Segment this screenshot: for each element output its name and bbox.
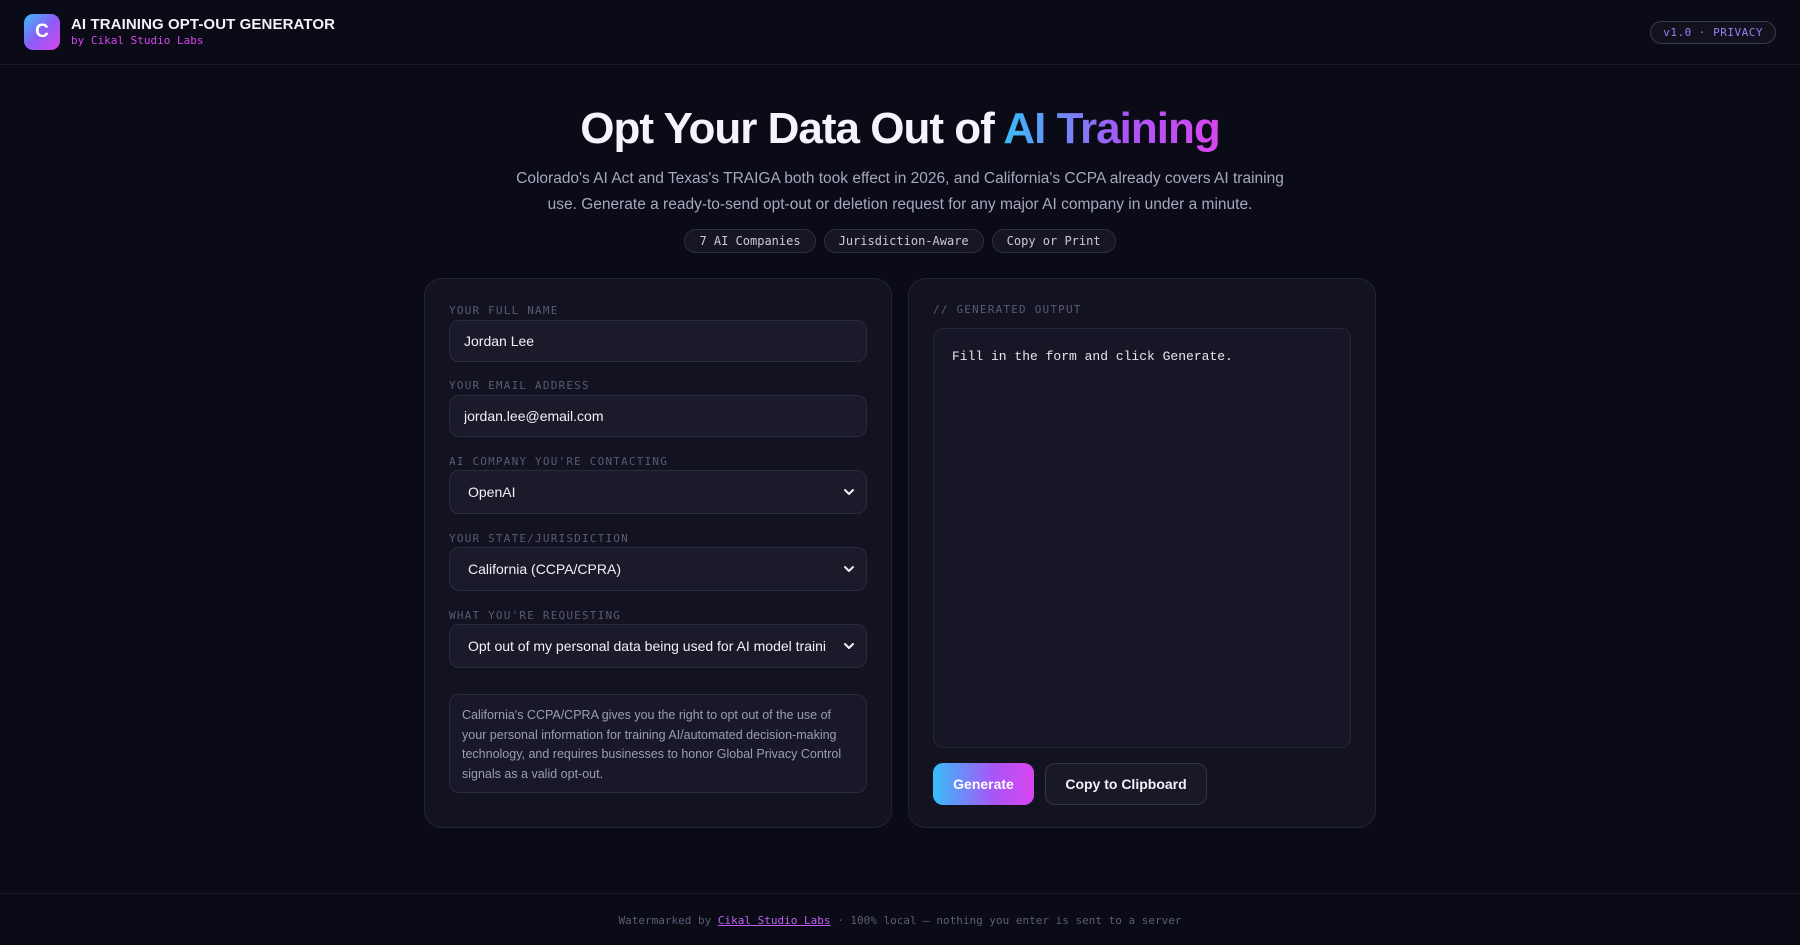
brand-text: AI TRAINING OPT-OUT GENERATOR by Cikal S… xyxy=(71,16,335,48)
chevron-down-icon xyxy=(844,489,854,495)
footer: Watermarked by Cikal Studio Labs · 100% … xyxy=(0,893,1800,945)
name-label: YOUR FULL NAME xyxy=(449,304,559,317)
state-select-value: California (CCPA/CPRA) xyxy=(468,561,621,577)
generate-button[interactable]: Generate xyxy=(933,763,1034,805)
chevron-down-icon xyxy=(844,566,854,572)
footer-prefix: Watermarked by xyxy=(618,914,718,927)
company-select-value: OpenAI xyxy=(468,484,516,500)
brand: C AI TRAINING OPT-OUT GENERATOR by Cikal… xyxy=(24,14,335,50)
output-label: // GENERATED OUTPUT xyxy=(933,303,1082,316)
output-placeholder: Fill in the form and click Generate. xyxy=(952,349,1233,364)
app-title: AI TRAINING OPT-OUT GENERATOR xyxy=(71,16,336,33)
request-type-select-value: Opt out of my personal data being used f… xyxy=(468,638,826,654)
app-subtitle: by Cikal Studio Labs xyxy=(71,34,204,47)
email-label: YOUR EMAIL ADDRESS xyxy=(449,379,590,392)
generated-output-area[interactable]: Fill in the form and click Generate. xyxy=(933,328,1351,748)
copy-to-clipboard-button[interactable]: Copy to Clipboard xyxy=(1045,763,1207,805)
footer-suffix: · 100% local — nothing you enter is sent… xyxy=(830,914,1182,927)
footer-studio-link[interactable]: Cikal Studio Labs xyxy=(718,914,831,927)
page-description: Colorado's AI Act and Texas's TRAIGA bot… xyxy=(516,170,1284,213)
page-title-plain: Opt Your Data Out of xyxy=(580,104,1004,153)
chevron-down-icon xyxy=(844,643,854,649)
company-label: AI COMPANY YOU'RE CONTACTING xyxy=(449,455,669,468)
request-label: WHAT YOU'RE REQUESTING xyxy=(449,609,622,622)
request-form-panel: YOUR FULL NAME YOUR EMAIL ADDRESS AI COM… xyxy=(424,278,892,828)
feature-chip: Jurisdiction-Aware xyxy=(823,229,984,253)
jurisdiction-info: California's CCPA/CPRA gives you the rig… xyxy=(449,694,867,793)
feature-chip: 7 AI Companies xyxy=(684,229,816,253)
page-title-accent: AI Training xyxy=(1003,104,1220,153)
logo-icon: C xyxy=(24,14,60,50)
feature-chip: Copy or Print xyxy=(991,229,1116,253)
company-select[interactable]: OpenAI xyxy=(449,470,867,514)
full-name-input[interactable] xyxy=(449,320,867,362)
email-input[interactable] xyxy=(449,395,867,437)
output-panel: // GENERATED OUTPUT Fill in the form and… xyxy=(908,278,1376,828)
state-label: YOUR STATE/JURISDICTION xyxy=(449,532,629,545)
top-bar: C AI TRAINING OPT-OUT GENERATOR by Cikal… xyxy=(0,0,1800,65)
version-badge: v1.0 · PRIVACY xyxy=(1650,20,1776,44)
feature-chips: 7 AI Companies Jurisdiction-Aware Copy o… xyxy=(0,229,1800,253)
page-title: Opt Your Data Out of AI Training xyxy=(0,104,1800,154)
state-select[interactable]: California (CCPA/CPRA) xyxy=(449,547,867,591)
request-type-select[interactable]: Opt out of my personal data being used f… xyxy=(449,624,867,668)
